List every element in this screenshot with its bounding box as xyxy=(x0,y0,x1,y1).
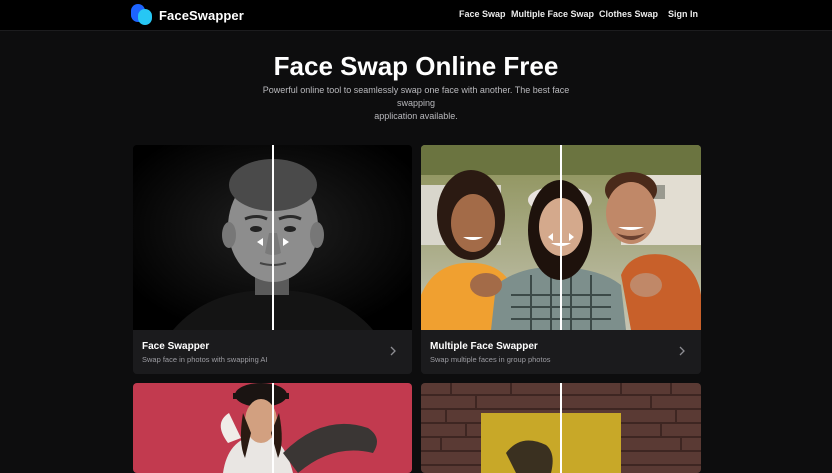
subtitle-line-1: Powerful online tool to seamlessly swap … xyxy=(262,85,570,108)
chevron-right-icon xyxy=(390,346,396,356)
multiple-face-swapper-card[interactable]: Multiple Face Swapper Swap multiple face… xyxy=(421,145,701,374)
card-description: Swap multiple faces in group photos xyxy=(430,355,551,364)
card-title: Multiple Face Swapper xyxy=(430,341,538,352)
subtitle-line-2: application available. xyxy=(374,111,458,121)
nav-face-swap[interactable]: Face Swap xyxy=(459,9,506,19)
fourth-tool-preview-image xyxy=(421,383,701,473)
multiple-face-swapper-preview-image xyxy=(421,145,701,330)
fourth-tool-card[interactable] xyxy=(421,383,701,473)
face-swapper-card[interactable]: Face Swapper Swap face in photos with sw… xyxy=(133,145,412,374)
logo[interactable]: FaceSwapper xyxy=(131,4,244,26)
card-description: Swap face in photos with swapping AI xyxy=(142,355,268,364)
top-nav-bar: FaceSwapper Face Swap Multiple Face Swap… xyxy=(0,0,832,31)
multiple-face-swapper-info: Multiple Face Swapper Swap multiple face… xyxy=(421,330,701,374)
nav-multiple-face-swap[interactable]: Multiple Face Swap xyxy=(511,9,594,19)
nav-clothes-swap[interactable]: Clothes Swap xyxy=(599,9,658,19)
compare-slider-divider[interactable] xyxy=(560,383,562,473)
compare-slider-divider[interactable] xyxy=(272,383,274,473)
logo-text: FaceSwapper xyxy=(159,7,244,23)
clothes-swap-preview-image xyxy=(133,383,412,473)
card-title: Face Swapper xyxy=(142,341,210,352)
logo-icon xyxy=(131,4,153,26)
page-subtitle: Powerful online tool to seamlessly swap … xyxy=(246,84,586,123)
compare-slider-divider[interactable] xyxy=(560,145,562,330)
chevron-right-icon xyxy=(679,346,685,356)
face-swapper-info: Face Swapper Swap face in photos with sw… xyxy=(133,330,412,374)
face-swapper-preview-image xyxy=(133,145,412,330)
compare-slider-divider[interactable] xyxy=(272,145,274,330)
sign-in-button[interactable]: Sign In xyxy=(668,9,698,19)
clothes-swap-card[interactable] xyxy=(133,383,412,473)
page-title: Face Swap Online Free xyxy=(273,51,559,81)
